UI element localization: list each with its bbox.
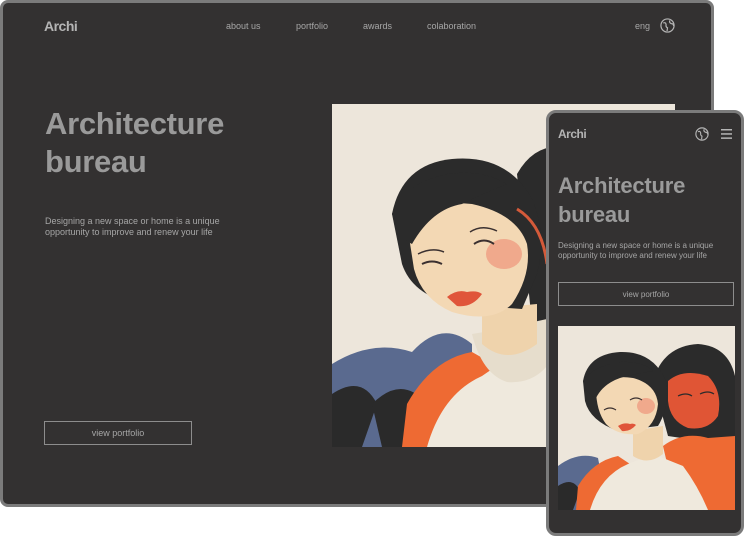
mobile-hero-title-line-2: bureau <box>558 202 631 227</box>
mobile-hero-title-line-1: Architecture <box>558 173 686 198</box>
hero-title-line-1: Architecture <box>45 106 225 141</box>
hamburger-menu-icon[interactable] <box>721 129 732 139</box>
mobile-hero-title: Architecture bureau <box>558 171 685 229</box>
hero-title: Architecture bureau <box>45 105 224 181</box>
hero-subtitle: Designing a new space or home is a uniqu… <box>45 216 220 237</box>
hero-title-line-2: bureau <box>45 144 147 179</box>
mobile-logo[interactable]: Archi <box>558 127 587 141</box>
mobile-hero-illustration <box>558 326 735 510</box>
nav-link-colaboration[interactable]: colaboration <box>427 21 476 31</box>
nav-link-awards[interactable]: awards <box>363 21 392 31</box>
globe-icon[interactable] <box>660 18 675 33</box>
language-label[interactable]: eng <box>635 21 650 31</box>
desktop-logo[interactable]: Archi <box>44 18 78 34</box>
mobile-hero-subtitle: Designing a new space or home is a uniqu… <box>558 241 714 260</box>
nav-link-portfolio[interactable]: portfolio <box>296 21 328 31</box>
nav-link-about-us[interactable]: about us <box>226 21 261 31</box>
globe-icon[interactable] <box>695 127 709 141</box>
mobile-view-portfolio-button[interactable]: view portfolio <box>558 282 734 306</box>
view-portfolio-button[interactable]: view portfolio <box>44 421 192 445</box>
mobile-mockup: Archi Architecture bureau Designing a ne… <box>546 110 744 536</box>
